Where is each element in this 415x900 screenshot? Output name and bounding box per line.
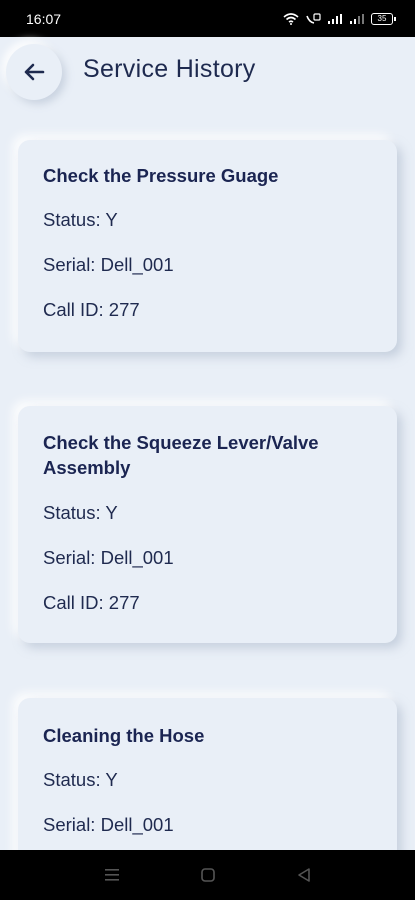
service-card[interactable]: Check the Squeeze Lever/Valve Assembly S… xyxy=(18,406,397,643)
card-status: Status: Y xyxy=(43,502,118,523)
wifi-icon xyxy=(283,12,299,25)
status-time: 16:07 xyxy=(26,10,62,27)
back-triangle-icon[interactable] xyxy=(296,867,312,883)
card-status: Status: Y xyxy=(43,209,118,230)
card-status: Status: Y xyxy=(43,769,118,790)
status-bar: 16:07 35 xyxy=(0,0,415,37)
battery-icon: 35 xyxy=(371,12,396,25)
volte-icon xyxy=(306,12,321,24)
signal-icon-2 xyxy=(350,13,364,24)
system-nav-bar xyxy=(0,850,415,900)
card-serial: Serial: Dell_001 xyxy=(43,254,174,275)
service-card[interactable]: Check the Pressure Guage Status: Y Seria… xyxy=(18,140,397,352)
status-icons: 35 xyxy=(283,12,396,25)
card-serial: Serial: Dell_001 xyxy=(43,547,174,568)
signal-icon-1 xyxy=(328,13,342,24)
card-title: Check the Squeeze Lever/Valve Assembly xyxy=(43,432,319,478)
arrow-left-icon xyxy=(24,63,45,81)
home-icon[interactable] xyxy=(200,867,216,883)
card-serial: Serial: Dell_001 xyxy=(43,814,174,835)
service-history-list: Check the Pressure Guage Status: Y Seria… xyxy=(0,107,415,850)
app-header: Service History xyxy=(0,37,415,107)
service-card[interactable]: Cleaning the Hose Status: Y Serial: Dell… xyxy=(18,698,397,850)
card-title: Cleaning the Hose xyxy=(43,725,205,746)
page-title: Service History xyxy=(83,55,256,83)
menu-icon[interactable] xyxy=(104,868,120,882)
card-call-id: Call ID: 277 xyxy=(43,299,140,320)
card-call-id: Call ID: 277 xyxy=(43,592,140,613)
card-title: Check the Pressure Guage xyxy=(43,165,279,186)
back-button[interactable] xyxy=(6,44,62,100)
